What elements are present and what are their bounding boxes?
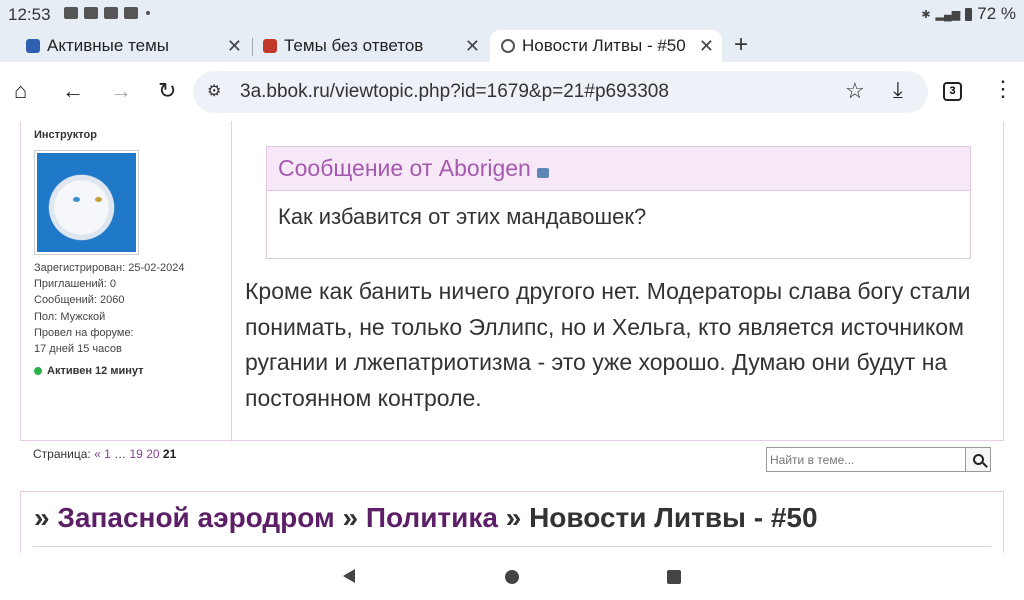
breadcrumb-separator: » [342,502,359,533]
online-status: Активен 12 минут [34,365,144,377]
avatar-eye [95,197,102,202]
posts-count: Сообщений: 2060 [34,294,125,306]
prev-page-link[interactable]: « [94,447,101,461]
clock: 12:53 [8,5,51,24]
reload-icon[interactable]: ↻ [158,79,176,103]
tab-title: Активные темы [47,36,170,55]
back-icon[interactable]: ← [62,79,84,103]
bookmark-star-icon[interactable]: ☆ [845,78,865,104]
quote-text: Как избавится от этих мандавошек? [278,204,647,229]
site-settings-icon[interactable]: ⚙ [207,81,221,101]
signal-icon: ▂▄▆ [935,8,961,21]
breadcrumb-separator: » [505,502,522,533]
home-icon[interactable]: ⌂ [14,79,27,103]
breadcrumb-forum-root[interactable]: Запасной аэродром [57,502,334,533]
system-nav-bar [0,553,1024,600]
pagination-label: Страница: [33,447,91,461]
post-body: Кроме как банить ничего другого нет. Мод… [245,278,971,411]
status-bar: 12:53 ✱ ▂▄▆ 72 % [0,0,1024,28]
page-link-1[interactable]: 1 [104,447,111,461]
online-dot-icon [34,367,42,375]
close-tab-icon[interactable]: ✕ [227,36,242,57]
tab-switcher-button[interactable]: 3 [943,82,962,101]
topic-search [766,447,991,472]
gender: Пол: Мужской [34,311,106,323]
quote-block: Сообщение от Aborigen Как избавится от э… [266,146,971,259]
online-status-text: Активен 12 минут [47,365,144,377]
tab-title: Темы без ответов [284,36,424,55]
address-bar[interactable]: ⚙ 3a.bbok.ru/viewtopic.php?id=1679&p=21#… [193,71,928,113]
nav-back-icon[interactable] [343,569,355,583]
tab-strip: Активные темы ✕ Темы без ответов ✕ Новос… [0,28,1024,62]
avatar[interactable] [34,150,139,255]
download-icon[interactable]: ⤓ [893,77,903,103]
time-on-forum-value: 17 дней 15 часов [34,343,122,355]
browser-toolbar: ⌂ ← → ↻ ⚙ 3a.bbok.ru/viewtopic.php?id=16… [0,62,1024,121]
forum-post: Инструктор Зарегистрирован: 25-02-2024 П… [20,121,1004,442]
new-tab-icon[interactable]: + [734,31,748,59]
battery-icon [965,7,973,21]
tab-lithuania-news[interactable]: Новости Литвы - #50 ✕ [490,30,722,62]
youtube-icon [84,7,98,19]
notification-icons [64,7,150,19]
bluetooth-icon: ✱ [921,8,931,21]
quote-header: Сообщение от Aborigen [267,147,970,191]
site-favicon-icon [263,39,277,53]
breadcrumb-politics[interactable]: Политика [366,502,498,533]
quote-author: Сообщение от Aborigen [278,155,531,181]
page-link-19[interactable]: 19 [129,447,142,461]
forward-icon[interactable]: → [110,79,132,103]
current-page: 21 [162,447,177,461]
divider [33,546,991,547]
avatar-eye [73,197,80,202]
time-on-forum-label: Провел на форуме: [34,327,134,339]
site-favicon-icon [26,39,40,53]
tab-active-topics[interactable]: Активные темы ✕ [26,30,250,62]
pagination: Страница: « 1 … 19 20 21 [33,447,176,461]
tab-divider [252,38,253,56]
cat-avatar-image [37,153,136,252]
gallery-icon [64,7,78,19]
close-tab-icon[interactable]: ✕ [465,36,480,57]
breadcrumb: » Запасной аэродром » Политика » Новости… [20,491,1004,553]
more-notifications-icon [146,11,150,15]
breadcrumb-separator: » [34,502,50,533]
battery-level: 72 % [977,4,1016,23]
pagination-ellipsis: … [114,447,127,461]
close-tab-icon[interactable]: ✕ [699,36,714,57]
nav-home-icon[interactable] [505,570,519,584]
nav-recents-icon[interactable] [667,570,681,584]
topic-search-input[interactable] [766,447,966,472]
post-author-panel: Инструктор Зарегистрирован: 25-02-2024 П… [21,121,232,442]
registered-date: Зарегистрирован: 25-02-2024 [34,262,185,274]
search-button[interactable] [966,447,991,472]
youtube-icon [104,7,118,19]
url-text[interactable]: 3a.bbok.ru/viewtopic.php?id=1679&p=21#p6… [240,81,669,103]
page-link-20[interactable]: 20 [146,447,159,461]
invites-count: Приглашений: 0 [34,278,117,290]
forum-page: Инструктор Зарегистрирован: 25-02-2024 П… [0,121,1024,553]
breadcrumb-line: » Запасной аэродром » Политика » Новости… [34,502,818,534]
system-indicators: ✱ ▂▄▆ 72 % [921,4,1016,24]
tab-unanswered-topics[interactable]: Темы без ответов ✕ [263,30,488,62]
user-role: Инструктор [34,129,97,141]
search-icon [972,454,984,465]
menu-icon[interactable]: ⋮ [992,76,1014,102]
tab-title: Новости Литвы - #50 [522,36,686,55]
jump-to-post-icon[interactable] [536,167,549,178]
breadcrumb-topic: Новости Литвы - #50 [529,502,818,533]
youtube-icon [124,7,138,19]
globe-icon [501,39,515,53]
